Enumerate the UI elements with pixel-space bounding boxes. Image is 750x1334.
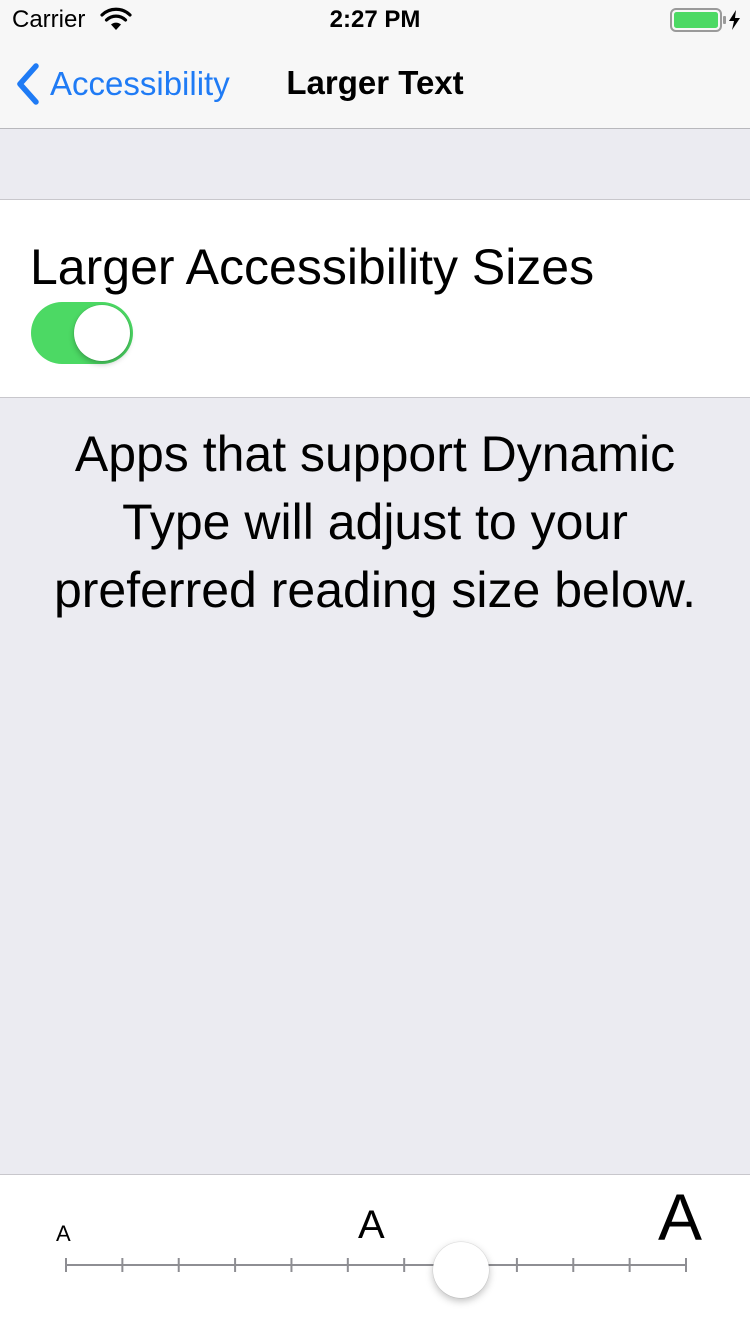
bolt-icon <box>729 10 740 30</box>
chevron-left-icon <box>17 63 39 105</box>
status-bar: Carrier 2:27 PM <box>0 0 750 40</box>
medium-size-label: A <box>358 1203 385 1247</box>
text-size-slider-track[interactable] <box>0 1255 750 1285</box>
back-button[interactable]: Accessibility <box>14 60 230 108</box>
text-size-slider-thumb[interactable] <box>432 1242 489 1298</box>
back-button-label: Accessibility <box>50 65 230 102</box>
status-time: 2:27 PM <box>329 6 421 33</box>
toggle-knob <box>74 305 130 361</box>
small-size-label: A <box>56 1221 71 1246</box>
larger-text-screen: Carrier 2:27 PM Accessibility Larger Tex… <box>0 0 750 1334</box>
battery-icon <box>670 8 740 32</box>
dynamic-type-description: Apps that support Dynamic Type will adju… <box>53 426 697 618</box>
larger-sizes-toggle[interactable] <box>31 302 133 364</box>
navigation-bar: Accessibility Larger Text <box>0 40 750 129</box>
page-title: Larger Text <box>286 64 464 101</box>
text-size-slider-panel: A A A <box>0 1174 750 1334</box>
large-size-label: A <box>658 1180 703 1254</box>
larger-sizes-cell: Larger Accessibility Sizes <box>0 199 750 398</box>
larger-sizes-label: Larger Accessibility Sizes <box>30 239 595 295</box>
